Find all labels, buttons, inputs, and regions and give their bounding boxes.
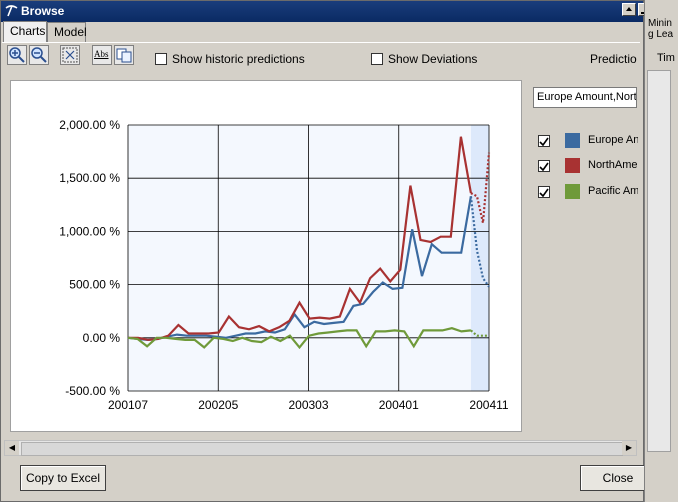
checkmark-icon [539, 162, 549, 172]
y-tick-label: 2,000.00 % [59, 118, 120, 132]
legend-swatch-pacific [565, 184, 580, 199]
legend-label-northamerica: NorthAmer [588, 159, 638, 171]
scroll-up-arrow-icon[interactable] [622, 3, 636, 16]
scroll-left-arrow-icon[interactable]: ◀ [5, 441, 19, 455]
sliver-tab-label: Tim [657, 52, 675, 64]
sliver-caption-line2: g Lea [648, 29, 674, 40]
x-tick-label: 200107 [108, 398, 148, 412]
legend-checkbox-northamerica[interactable] [538, 160, 550, 172]
legend-swatch-northamerica [565, 158, 580, 173]
y-tick-label: 500.00 % [69, 278, 120, 292]
sliver-caption-line1: Minin [648, 18, 672, 29]
zoom-in-button[interactable] [7, 45, 27, 65]
tab-model-label: Model [54, 25, 87, 39]
scroll-right-arrow-icon[interactable]: ▶ [622, 441, 636, 455]
show-deviations-checkbox[interactable] [371, 53, 383, 65]
zoom-out-icon [31, 47, 47, 63]
y-tick-label: 0.00 % [83, 331, 121, 345]
legend-label-pacific: Pacific Am [588, 185, 638, 197]
copy-icon [116, 48, 132, 63]
tab-charts-label: Charts [10, 24, 46, 38]
y-tick-label: 1,500.00 % [59, 171, 120, 185]
x-tick-label: 200401 [379, 398, 419, 412]
legend-checkbox-europe[interactable] [538, 135, 550, 147]
prediction-steps-label: Predictio [590, 52, 637, 66]
copy-to-excel-label: Copy to Excel [25, 471, 101, 485]
background-window-sliver: Minin g Lea Tim [644, 0, 678, 502]
scroll-thumb[interactable] [21, 442, 623, 456]
horizontal-scrollbar[interactable]: ◀ ▶ [4, 440, 637, 456]
forecast-region [470, 125, 489, 391]
legend-checkbox-pacific[interactable] [538, 186, 550, 198]
copy-chart-button[interactable] [114, 45, 134, 65]
show-deviations-label: Show Deviations [388, 52, 478, 66]
copy-to-excel-button[interactable]: Copy to Excel [20, 465, 106, 491]
zoom-out-button[interactable] [29, 45, 49, 65]
title-bar: Browse [1, 1, 643, 22]
series-dropdown[interactable]: Europe Amount,Nort [533, 87, 637, 108]
x-tick-label: 200303 [288, 398, 328, 412]
tab-model[interactable]: Model [47, 22, 87, 42]
abs-label: Abs [94, 49, 109, 59]
pickaxe-icon [5, 5, 18, 17]
zoom-in-icon [9, 47, 25, 63]
x-tick-label: 200205 [198, 398, 238, 412]
legend-swatch-europe [565, 133, 580, 148]
x-tick-label: 200411 [469, 398, 508, 412]
forecast-chart: 2,000.00 % 1,500.00 % 1,000.00 % 500.00 % 0.… [59, 118, 509, 412]
series-dropdown-value: Europe Amount,Nort [537, 91, 637, 103]
y-tick-label: -500.00 % [65, 384, 120, 398]
window-title: Browse [21, 4, 65, 18]
show-historic-checkbox[interactable] [155, 53, 167, 65]
tab-charts[interactable]: Charts [3, 21, 47, 43]
checkmark-icon [539, 188, 549, 198]
fit-window-icon [62, 47, 78, 63]
show-historic-label: Show historic predictions [172, 52, 305, 66]
abs-toggle-button[interactable]: Abs [92, 45, 112, 65]
sliver-scrollbar[interactable] [647, 70, 671, 452]
legend-label-europe: Europe An [588, 134, 638, 146]
fit-to-window-button[interactable] [60, 45, 80, 65]
chart-panel: 2,000.00 % 1,500.00 % 1,000.00 % 500.00 % 0.… [10, 80, 522, 432]
checkmark-icon [539, 137, 549, 147]
y-tick-label: 1,000.00 % [59, 224, 120, 238]
close-button-label: Close [602, 471, 634, 485]
